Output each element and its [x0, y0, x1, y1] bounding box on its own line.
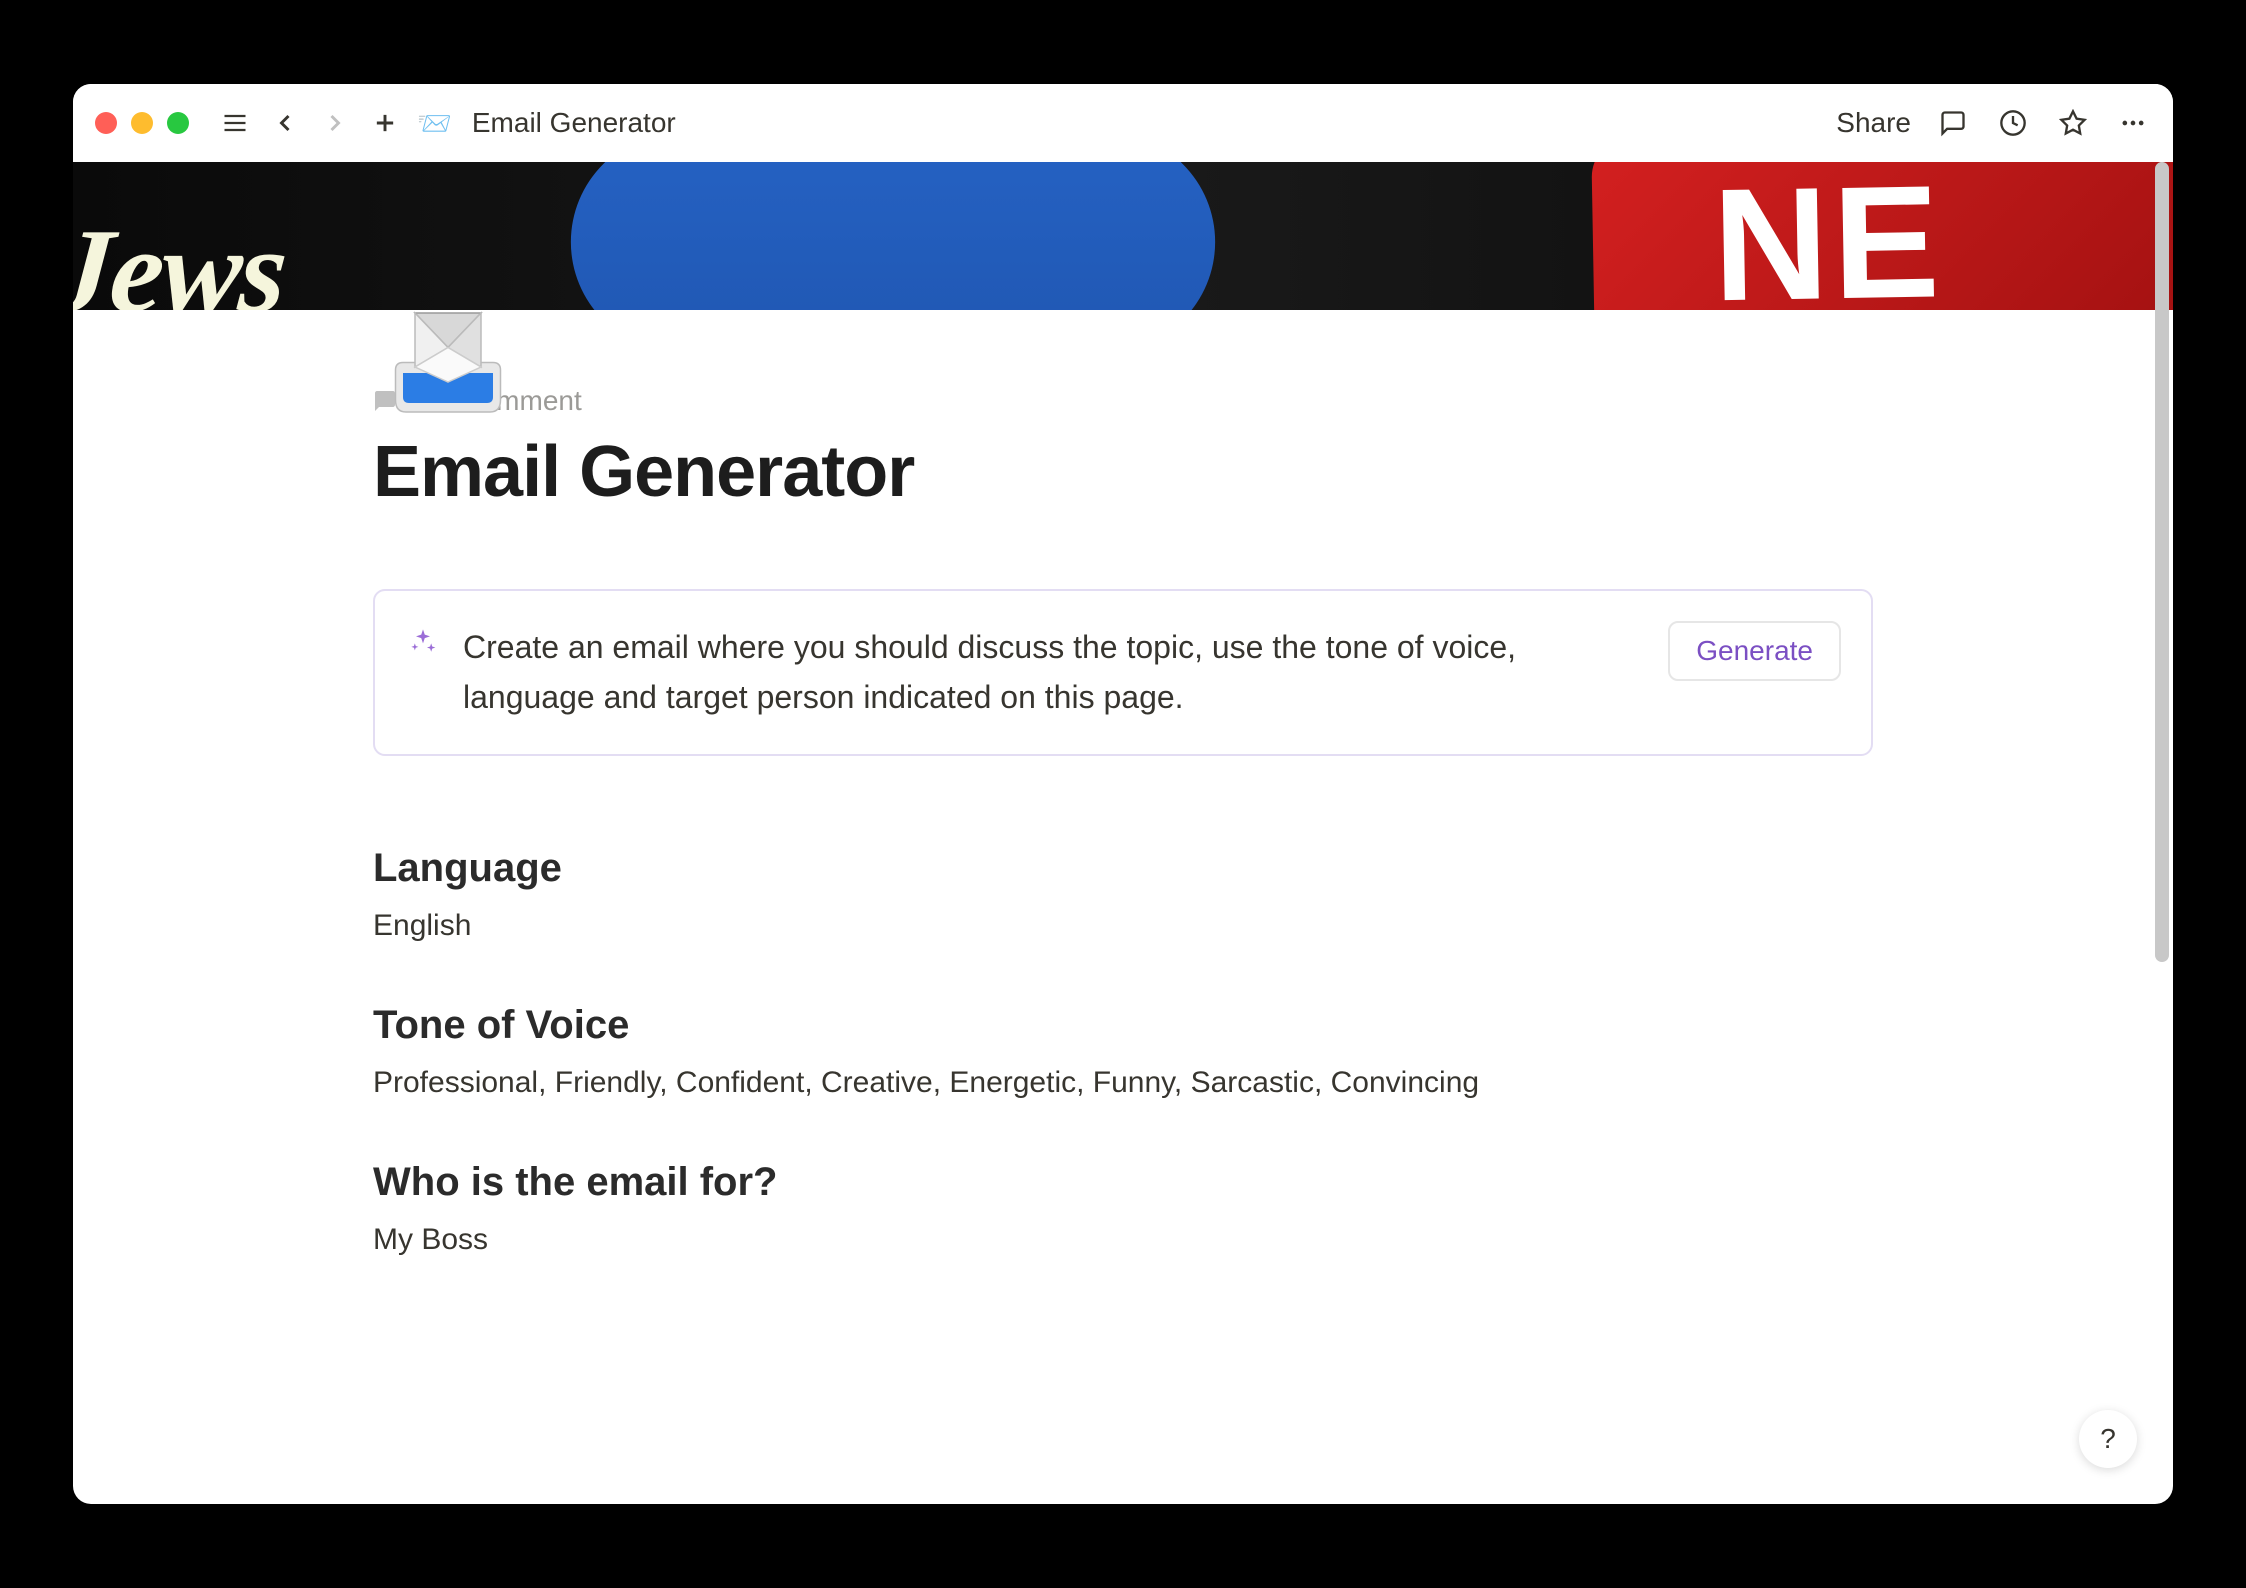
- inbox-icon: 📨: [417, 107, 452, 140]
- cover-image[interactable]: Jews NE: [73, 162, 2173, 310]
- titlebar-left: 📨 Email Generator: [95, 105, 676, 141]
- comments-icon[interactable]: [1935, 105, 1971, 141]
- recipient-value[interactable]: My Boss: [373, 1223, 1873, 1257]
- scrollbar-thumb[interactable]: [2155, 162, 2169, 962]
- cover-red-shape: NE: [1591, 162, 2173, 310]
- recipient-section: Who is the email for? My Boss: [373, 1160, 1873, 1257]
- generate-button[interactable]: Generate: [1668, 621, 1841, 681]
- app-window: 📨 Email Generator Share Jews NE: [73, 84, 2173, 1504]
- more-icon[interactable]: [2115, 105, 2151, 141]
- help-button[interactable]: ?: [2079, 1410, 2137, 1468]
- favorite-icon[interactable]: [2055, 105, 2091, 141]
- tone-section: Tone of Voice Professional, Friendly, Co…: [373, 1003, 1873, 1100]
- ai-block[interactable]: Create an email where you should discuss…: [373, 589, 1873, 756]
- titlebar: 📨 Email Generator Share: [73, 84, 2173, 162]
- recipient-heading[interactable]: Who is the email for?: [373, 1160, 1873, 1205]
- page-icon[interactable]: [373, 295, 523, 445]
- cover-text-right: NE: [1711, 162, 1944, 310]
- page-title[interactable]: Email Generator: [373, 431, 1873, 513]
- titlebar-right: Share: [1836, 105, 2151, 141]
- sparkle-icon: [409, 627, 437, 660]
- add-comment-button[interactable]: Add comment: [373, 385, 1873, 417]
- tone-value[interactable]: Professional, Friendly, Confident, Creat…: [373, 1066, 1873, 1100]
- forward-button[interactable]: [317, 105, 353, 141]
- language-section: Language English: [373, 846, 1873, 943]
- cover-blue-shape: [525, 162, 1260, 310]
- page-content: Add comment Email Generator Create an em…: [73, 385, 2173, 1257]
- cover-text-left: Jews: [73, 202, 291, 310]
- minimize-window-button[interactable]: [131, 112, 153, 134]
- back-button[interactable]: [267, 105, 303, 141]
- scrollbar[interactable]: [2155, 162, 2169, 1500]
- share-button[interactable]: Share: [1836, 107, 1911, 139]
- breadcrumb-title[interactable]: Email Generator: [472, 107, 676, 139]
- traffic-lights: [95, 112, 189, 134]
- new-page-button[interactable]: [367, 105, 403, 141]
- updates-icon[interactable]: [1995, 105, 2031, 141]
- tone-heading[interactable]: Tone of Voice: [373, 1003, 1873, 1048]
- menu-icon[interactable]: [217, 105, 253, 141]
- maximize-window-button[interactable]: [167, 112, 189, 134]
- language-heading[interactable]: Language: [373, 846, 1873, 891]
- ai-prompt-text: Create an email where you should discuss…: [463, 623, 1837, 722]
- language-value[interactable]: English: [373, 909, 1873, 943]
- close-window-button[interactable]: [95, 112, 117, 134]
